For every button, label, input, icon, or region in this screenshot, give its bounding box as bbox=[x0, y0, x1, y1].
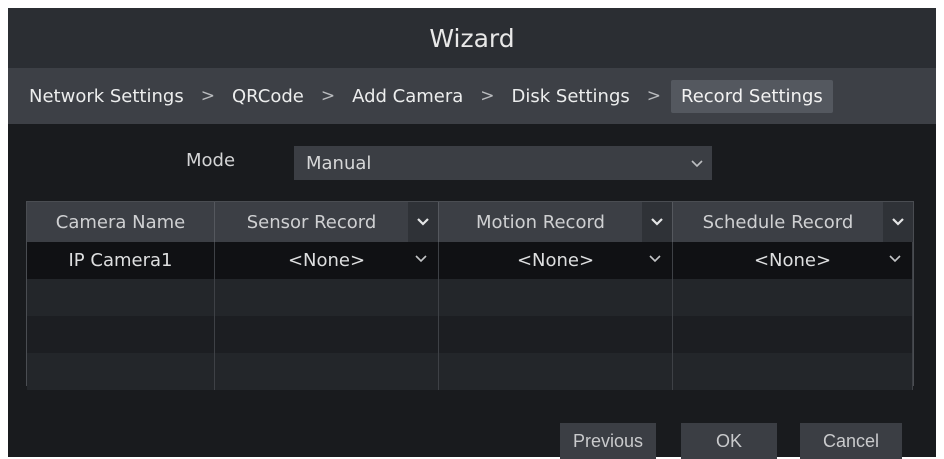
table-cell bbox=[439, 316, 673, 353]
mode-select-value: Manual bbox=[306, 152, 372, 174]
table-cell bbox=[215, 353, 439, 390]
table-cell bbox=[27, 353, 215, 390]
ok-button[interactable]: OK bbox=[681, 423, 777, 459]
table-cell bbox=[673, 316, 913, 353]
step-separator: > bbox=[480, 86, 495, 106]
table-cell bbox=[673, 353, 913, 390]
cell-schedule-record-select[interactable]: <None> bbox=[673, 242, 913, 279]
step-qrcode[interactable]: QRCode bbox=[225, 80, 311, 113]
step-disk-settings[interactable]: Disk Settings bbox=[505, 80, 637, 113]
previous-button[interactable]: Previous bbox=[560, 423, 656, 459]
step-network-settings[interactable]: Network Settings bbox=[22, 80, 191, 113]
chevron-down-icon bbox=[690, 152, 704, 174]
header-sensor-record: Sensor Record bbox=[215, 202, 439, 242]
table-cell bbox=[215, 316, 439, 353]
schedule-record-dropdown-button[interactable] bbox=[883, 202, 913, 242]
table-row bbox=[27, 353, 913, 390]
step-separator: > bbox=[646, 86, 662, 106]
step-separator: > bbox=[320, 86, 336, 106]
table-row[interactable]: IP Camera1 <None> <None> <None> bbox=[27, 242, 913, 279]
motion-record-dropdown-button[interactable] bbox=[642, 202, 672, 242]
header-schedule-record: Schedule Record bbox=[673, 202, 913, 242]
cell-sensor-record-select[interactable]: <None> bbox=[215, 242, 439, 279]
cell-motion-record-select[interactable]: <None> bbox=[439, 242, 673, 279]
table-row bbox=[27, 316, 913, 353]
chevron-down-icon bbox=[417, 218, 429, 226]
table-cell bbox=[215, 279, 439, 316]
chevron-down-icon bbox=[651, 218, 663, 226]
wizard-window: Wizard Network Settings > QRCode > Add C… bbox=[8, 8, 936, 459]
cell-camera-name: IP Camera1 bbox=[27, 242, 215, 279]
table-cell bbox=[27, 279, 215, 316]
header-camera-name: Camera Name bbox=[27, 202, 215, 242]
table-header: Camera Name Sensor Record Motion Record … bbox=[27, 202, 913, 242]
cancel-button[interactable]: Cancel bbox=[800, 423, 902, 459]
window-title: Wizard bbox=[429, 23, 515, 53]
chevron-down-icon bbox=[892, 218, 904, 226]
step-add-camera[interactable]: Add Camera bbox=[345, 80, 470, 113]
record-table: Camera Name Sensor Record Motion Record … bbox=[26, 201, 914, 390]
step-separator: > bbox=[200, 86, 215, 106]
table-cell bbox=[673, 279, 913, 316]
step-record-settings[interactable]: Record Settings bbox=[671, 79, 833, 113]
chevron-down-icon bbox=[648, 252, 662, 266]
mode-row: Mode Manual bbox=[8, 146, 936, 180]
table-cell bbox=[439, 353, 673, 390]
chevron-down-icon bbox=[414, 252, 428, 266]
mode-select[interactable]: Manual bbox=[294, 146, 712, 180]
title-bar: Wizard bbox=[8, 8, 936, 68]
table-row bbox=[27, 279, 913, 316]
table-cell bbox=[439, 279, 673, 316]
wizard-steps-bar: Network Settings > QRCode > Add Camera >… bbox=[8, 68, 936, 124]
sensor-record-dropdown-button[interactable] bbox=[408, 202, 438, 242]
chevron-down-icon bbox=[888, 252, 902, 266]
header-motion-record: Motion Record bbox=[439, 202, 673, 242]
table-cell bbox=[27, 316, 215, 353]
mode-label: Mode bbox=[186, 150, 236, 171]
